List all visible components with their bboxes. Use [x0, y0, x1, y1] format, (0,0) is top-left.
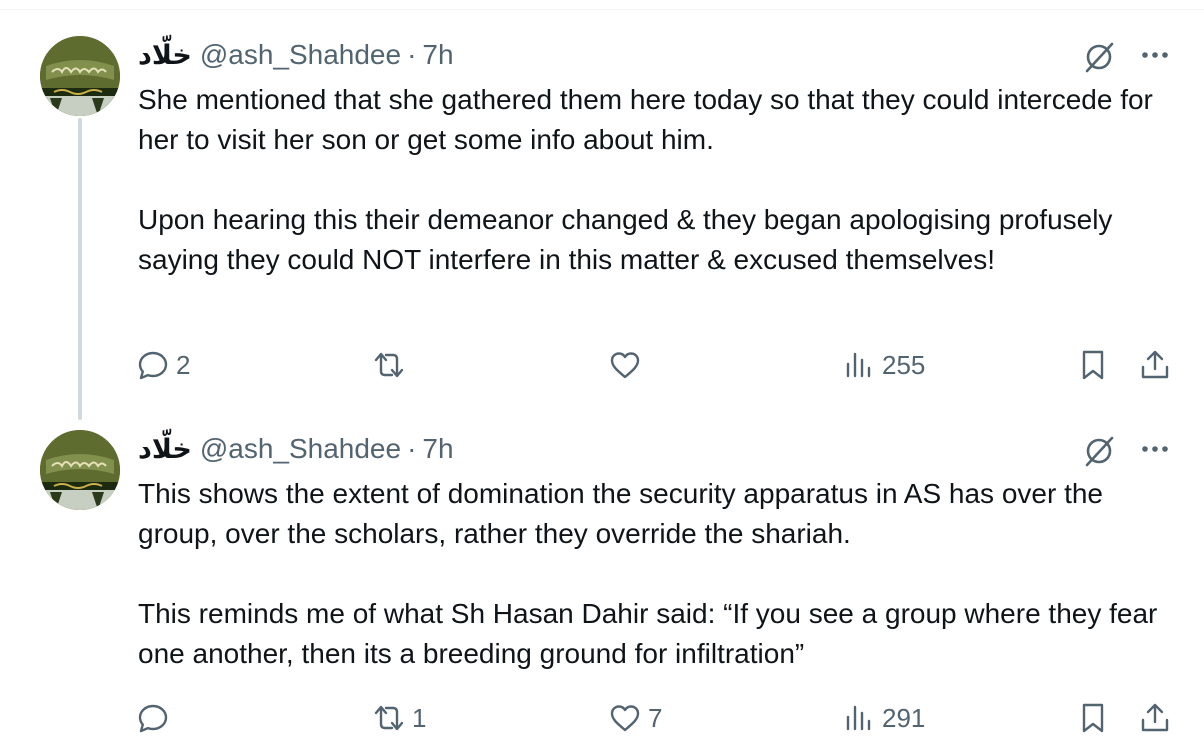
display-name[interactable]: خلّاد — [138, 434, 192, 465]
tweet-paragraph: Upon hearing this their demeanor changed… — [138, 204, 1113, 275]
reply-button[interactable] — [136, 698, 176, 738]
like-button[interactable] — [608, 345, 648, 385]
timestamp[interactable]: 7h — [422, 39, 453, 71]
views-button[interactable]: 291 — [842, 698, 925, 738]
views-count: 291 — [882, 702, 926, 733]
separator-dot: · — [407, 39, 417, 70]
share-button[interactable] — [1138, 345, 1172, 385]
views-button[interactable]: 255 — [842, 345, 925, 385]
retweet-icon — [374, 705, 404, 731]
grok-icon[interactable] — [1082, 434, 1116, 468]
views-icon — [846, 705, 871, 731]
avatar-image — [40, 430, 120, 510]
handle[interactable]: @ash_Shahdee — [200, 433, 401, 465]
more-icon[interactable] — [1138, 38, 1172, 72]
more-icon[interactable] — [1138, 432, 1172, 466]
handle[interactable]: @ash_Shahdee — [200, 39, 401, 71]
bookmark-button[interactable] — [1076, 698, 1110, 738]
display-name[interactable]: خلّاد — [138, 40, 192, 71]
avatar[interactable] — [40, 430, 120, 510]
tweet-header: خلّاد @ash_Shahdee · 7h — [138, 432, 454, 466]
like-count: 7 — [648, 702, 663, 733]
bookmark-icon — [1082, 703, 1104, 733]
reply-button[interactable]: 2 — [136, 345, 190, 385]
reply-icon — [138, 351, 168, 380]
views-count: 255 — [882, 349, 926, 380]
tweet-actions: 2 255 — [0, 345, 1204, 385]
avatar[interactable] — [40, 36, 120, 116]
separator-dot: · — [407, 433, 417, 464]
timestamp[interactable]: 7h — [422, 433, 453, 465]
avatar-image — [40, 36, 120, 116]
like-icon — [610, 352, 640, 379]
tweet-text: This shows the extent of domination the … — [138, 474, 1178, 674]
tweet-header: خلّاد @ash_Shahdee · 7h — [138, 38, 454, 72]
bookmark-button[interactable] — [1076, 345, 1110, 385]
retweet-button[interactable] — [372, 345, 412, 385]
tweet-paragraph: This reminds me of what Sh Hasan Dahir s… — [138, 598, 1158, 669]
like-button[interactable]: 7 — [608, 698, 662, 738]
share-icon — [1141, 703, 1169, 732]
retweet-icon — [374, 352, 404, 378]
bookmark-icon — [1082, 350, 1104, 380]
top-divider — [0, 9, 1204, 10]
retweet-button[interactable]: 1 — [372, 698, 426, 738]
tweet-paragraph: She mentioned that she gathered them her… — [138, 84, 1153, 155]
share-icon — [1141, 350, 1169, 379]
reply-icon — [138, 704, 168, 733]
views-icon — [846, 352, 871, 378]
grok-icon[interactable] — [1082, 40, 1116, 74]
reply-count: 2 — [176, 349, 191, 380]
tweet-paragraph: This shows the extent of domination the … — [138, 478, 1103, 549]
retweet-count: 1 — [412, 702, 427, 733]
tweet-text: She mentioned that she gathered them her… — [138, 80, 1178, 280]
tweet-actions: 1 7 291 — [0, 698, 1204, 738]
share-button[interactable] — [1138, 698, 1172, 738]
like-icon — [610, 705, 640, 732]
